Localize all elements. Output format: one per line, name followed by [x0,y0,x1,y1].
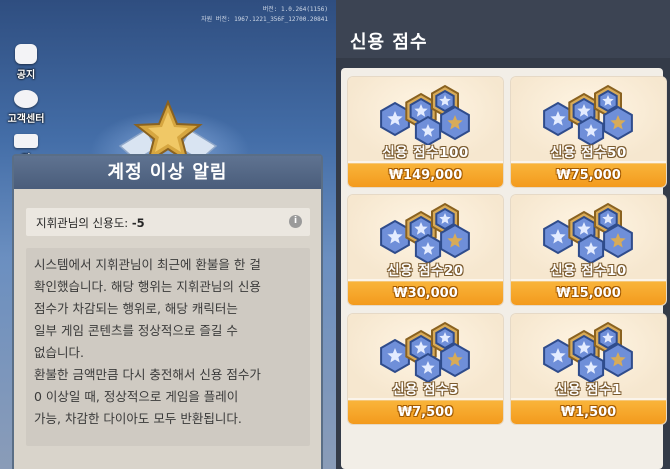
shop-item-name: 신용 점수20 [387,263,464,279]
price-label: ₩75,000 [556,168,621,183]
shop-item-name: 신용 점수1 [555,382,622,398]
price-button[interactable]: ₩149,000 [348,163,503,187]
alert-message-line: 없습니다. [34,345,84,360]
credit-score-label: 지휘관님의 신용도: [36,216,129,230]
notice-button-label: 공지 [16,70,36,81]
alert-message-line: 0 이상일 때, 정상적으로 게임을 플레이 [34,389,239,404]
shop-item-card[interactable]: 신용 점수50 ₩75,000 [511,77,666,187]
shop-item-name: 신용 점수10 [550,263,627,279]
shop-item-card[interactable]: 신용 점수10 ₩15,000 [511,195,666,305]
notice-button[interactable]: 공지 [4,44,48,81]
shop-header: 신용 점수 [336,0,670,58]
price-label: ₩7,500 [397,405,454,420]
price-label: ₩30,000 [393,286,458,301]
price-label: ₩15,000 [556,286,621,301]
alert-message-text: 시스템에서 지휘관님이 최근에 환불을 한 걸확인했습니다. 해당 행위는 지휘… [34,254,308,430]
megaphone-icon [15,44,37,64]
price-button[interactable]: ₩15,000 [511,281,666,305]
credit-score-row: 지휘관님의 신용도: -5 i [26,208,310,236]
price-label: ₩1,500 [560,405,617,420]
credit-shop-panel: 신용 점수 신용 점수100 ₩149,000 신용 점수50 ₩75,000 [336,0,670,469]
price-button[interactable]: ₩75,000 [511,163,666,187]
shop-item-card[interactable]: 신용 점수20 ₩30,000 [348,195,503,305]
credit-score-value: -5 [131,216,145,230]
price-button[interactable]: ₩30,000 [348,281,503,305]
shop-item-card[interactable]: 신용 점수1 ₩1,500 [511,314,666,424]
price-label: ₩149,000 [388,168,463,183]
shop-item-grid: 신용 점수100 ₩149,000 신용 점수50 ₩75,000 신용 점수2… [341,68,666,469]
alert-message-line: 일부 게임 콘텐츠를 정상적으로 즐길 수 [34,323,238,338]
dialog-title: 계정 이상 알림 [14,156,321,189]
support-button-label: 고객센터 [7,114,45,125]
account-alert-dialog: 계정 이상 알림 지휘관님의 신용도: -5 i 시스템에서 지휘관님이 최근에… [12,154,323,469]
resource-version-label: 자원 버전: 1967.1221_356F_12700.20841 [201,16,328,23]
alert-message-box[interactable]: 시스템에서 지휘관님이 최근에 환불을 한 걸확인했습니다. 해당 행위는 지휘… [26,248,310,446]
alert-message-line: 환불한 금액만큼 다시 충전해서 신용 점수가 [34,367,261,382]
shop-item-card[interactable]: 신용 점수100 ₩149,000 [348,77,503,187]
support-button[interactable]: 고객센터 [4,90,48,125]
shop-title: 신용 점수 [350,32,428,53]
shop-item-name: 신용 점수5 [392,382,459,398]
price-button[interactable]: ₩7,500 [348,400,503,424]
shop-item-card[interactable]: 신용 점수5 ₩7,500 [348,314,503,424]
alert-message-line: 시스템에서 지휘관님이 최근에 환불을 한 걸 [34,257,261,272]
alert-message-line: 점수가 차감되는 행위로, 해당 캐릭터는 [34,301,238,316]
alert-message-line: 확인했습니다. 해당 행위는 지휘관님의 신용 [34,279,261,294]
credit-score-text: 지휘관님의 신용도: -5 [36,215,145,231]
alert-message-line: 가능, 차감한 다이아도 모두 반환됩니다. [34,411,242,426]
shop-item-name: 신용 점수50 [550,145,627,161]
info-icon[interactable]: i [289,215,302,228]
building-icon [14,134,38,148]
price-button[interactable]: ₩1,500 [511,400,666,424]
game-background: 버전: 1.0.264(1156) 자원 버전: 1967.1221_356F_… [0,0,336,469]
chat-bubble-icon [14,90,38,108]
app-version-label: 버전: 1.0.264(1156) [262,6,328,13]
shop-item-name: 신용 점수100 [382,145,469,161]
